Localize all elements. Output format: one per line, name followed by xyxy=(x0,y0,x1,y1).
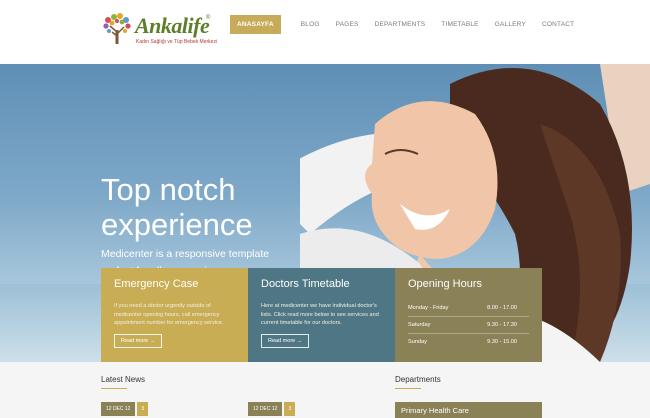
hours-row: Monday - Friday 8.00 - 17.00 xyxy=(408,300,529,317)
hours-row: Saturday 9.30 - 17.30 xyxy=(408,317,529,334)
doctors-timetable-title: Doctors Timetable xyxy=(261,278,350,290)
news-comment-count: 3 xyxy=(284,402,296,416)
latest-news-underline xyxy=(101,388,127,389)
brand-tagline: Kadın Sağlığı ve Tüp Bebek Merkezi xyxy=(136,39,218,45)
emergency-case-box: Emergency Case If you need a doctor urge… xyxy=(101,268,248,362)
news-date: 12 DEC 12 xyxy=(101,402,136,416)
nav-item-gallery[interactable]: GALLERY xyxy=(495,21,526,28)
hero-title: Top notch experience xyxy=(101,172,361,242)
hours-time: 9.30 - 17.30 xyxy=(487,322,517,328)
doctors-timetable-text: Here at medicenter we have individual do… xyxy=(261,303,379,326)
hero-subtitle-line-1: Medicenter is a responsive template xyxy=(101,248,270,260)
departments-underline xyxy=(395,388,421,389)
page: Ankalife ® Kadın Sağlığı ve Tüp Bebek Me… xyxy=(0,0,650,418)
hero-title-line-1: Top notch xyxy=(101,172,236,207)
latest-news-heading: Latest News xyxy=(101,375,146,384)
hero-title-line-2: experience xyxy=(101,207,253,242)
brand-trademark: ® xyxy=(206,15,211,21)
nav-item-contact[interactable]: CONTACT xyxy=(542,21,574,28)
emergency-case-text: If you need a doctor urgently outside of… xyxy=(114,303,224,326)
hours-row: Sunday 9.30 - 15.00 xyxy=(408,334,529,350)
nav-item-anasayfa[interactable]: ANASAYFA xyxy=(230,14,281,34)
opening-hours-title: Opening Hours xyxy=(408,278,482,290)
site-header: Ankalife ® Kadın Sağlığı ve Tüp Bebek Me… xyxy=(0,0,650,64)
opening-hours-box: Opening Hours Monday - Friday 8.00 - 17.… xyxy=(395,268,542,362)
doctors-timetable-box: Doctors Timetable Here at medicenter we … xyxy=(248,268,395,362)
tree-logo-icon xyxy=(103,13,131,44)
nav-item-timetable[interactable]: TIMETABLE xyxy=(441,21,478,28)
hours-day: Sunday xyxy=(408,339,427,345)
news-date: 12 DEC 12 xyxy=(248,402,283,416)
emergency-read-more-button[interactable]: Read more → xyxy=(114,334,163,348)
department-item-primary-health-care[interactable]: Primary Health Care xyxy=(395,402,542,418)
main-nav: ANASAYFA BLOG PAGES DEPARTMENTS TIMETABL… xyxy=(230,14,590,34)
hours-day: Saturday xyxy=(408,322,431,328)
hours-time: 8.00 - 17.00 xyxy=(487,305,517,311)
nav-item-departments[interactable]: DEPARTMENTS xyxy=(375,21,426,28)
news-comment-count: 3 xyxy=(137,402,149,416)
news-date-badge[interactable]: 12 DEC 12 3 xyxy=(101,402,149,416)
timetable-read-more-button[interactable]: Read more → xyxy=(261,334,310,348)
news-date-badge[interactable]: 12 DEC 12 3 xyxy=(248,402,296,416)
hours-time: 9.30 - 15.00 xyxy=(487,339,517,345)
hours-day: Monday - Friday xyxy=(408,305,449,311)
content-section xyxy=(0,362,650,418)
logo[interactable]: Ankalife ® Kadın Sağlığı ve Tüp Bebek Me… xyxy=(102,12,218,48)
nav-item-pages[interactable]: PAGES xyxy=(336,21,359,28)
brand-name: Ankalife xyxy=(135,13,210,38)
nav-item-blog[interactable]: BLOG xyxy=(301,21,320,28)
emergency-case-title: Emergency Case xyxy=(114,278,199,290)
departments-heading: Departments xyxy=(395,375,441,384)
